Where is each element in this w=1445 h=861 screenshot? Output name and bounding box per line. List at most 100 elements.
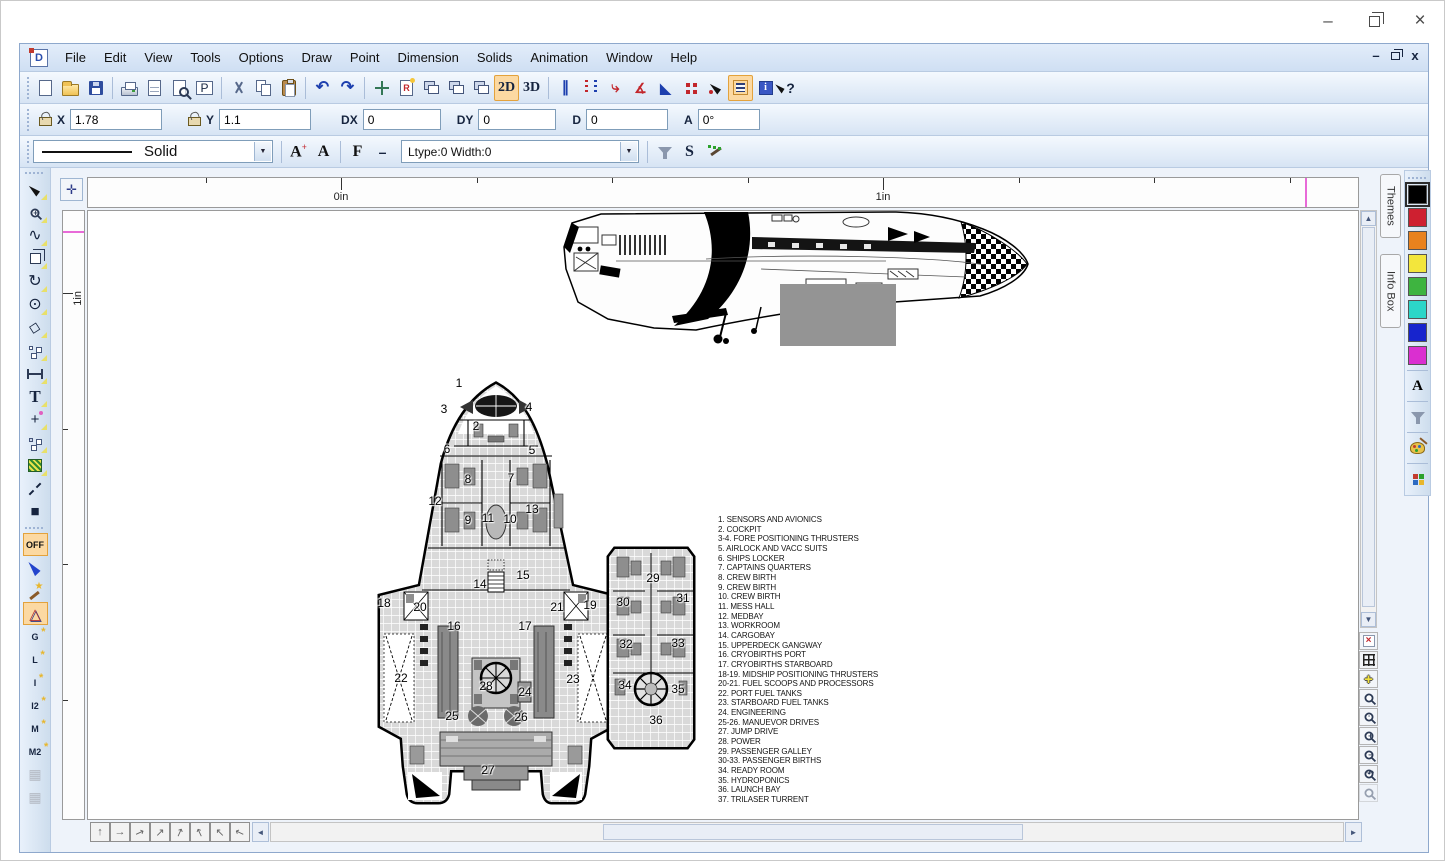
- new-button[interactable]: [33, 75, 58, 101]
- menu-item[interactable]: Edit: [95, 47, 135, 68]
- scroll-up-button[interactable]: ▲: [1361, 211, 1376, 226]
- open-button[interactable]: [58, 75, 83, 101]
- chevron-down-icon[interactable]: ▼: [254, 142, 271, 161]
- pointer-tool[interactable]: [23, 556, 48, 579]
- print-button[interactable]: [117, 75, 142, 101]
- grid-g-tool[interactable]: G*: [23, 625, 48, 648]
- layer-colors-button[interactable]: [1407, 469, 1428, 489]
- arrow-button[interactable]: ↑: [90, 822, 110, 842]
- mdi-close-button[interactable]: x: [1408, 48, 1422, 63]
- text-tool[interactable]: T: [23, 385, 48, 408]
- dx-input[interactable]: [363, 109, 441, 130]
- pick-button[interactable]: [703, 75, 728, 101]
- snap-off-button[interactable]: OFF: [23, 533, 48, 556]
- horizontal-scrollbar[interactable]: [270, 822, 1344, 842]
- window-cascade-button[interactable]: [419, 75, 444, 101]
- mode-2d-button[interactable]: 2D: [494, 75, 519, 101]
- pen-settings-button[interactable]: [702, 139, 727, 165]
- mdi-minimize-button[interactable]: –: [1369, 48, 1383, 63]
- window-tile-button[interactable]: [444, 75, 469, 101]
- save-button[interactable]: [83, 75, 108, 101]
- zoom-out-button[interactable]: −: [1359, 746, 1378, 764]
- toolbar-grip[interactable]: [24, 77, 31, 99]
- color-swatch[interactable]: [1408, 208, 1427, 227]
- horizontal-scroll-thumb[interactable]: [603, 824, 1023, 840]
- arrow-button[interactable]: ↗: [150, 822, 170, 842]
- wand-tool[interactable]: ★: [23, 579, 48, 602]
- toolbar-grip[interactable]: [24, 109, 31, 131]
- mode-3d-button[interactable]: 3D: [519, 75, 544, 101]
- toolbar-grip[interactable]: [25, 170, 45, 176]
- scroll-down-button[interactable]: ▼: [1361, 612, 1376, 627]
- toolbar-grip[interactable]: [24, 141, 31, 163]
- grid-m2-tool[interactable]: M2*: [23, 740, 48, 763]
- y-lock-icon[interactable]: [188, 117, 201, 126]
- chevron-down-icon[interactable]: ▼: [620, 142, 637, 161]
- menu-item[interactable]: Window: [597, 47, 661, 68]
- text-edit-button[interactable]: A: [311, 139, 336, 165]
- grid-i2-tool[interactable]: I2*: [23, 694, 48, 717]
- text-add-button[interactable]: A+: [286, 139, 311, 165]
- window-restore-button[interactable]: [1360, 9, 1388, 33]
- dy-input[interactable]: [478, 109, 556, 130]
- polyline-tool[interactable]: ∿: [23, 224, 48, 247]
- dimension-tool[interactable]: [23, 362, 48, 385]
- menu-item[interactable]: Animation: [521, 47, 597, 68]
- solid-box-tool[interactable]: [23, 247, 48, 270]
- circle-tool[interactable]: ⊙: [23, 293, 48, 316]
- point-tool[interactable]: +: [23, 408, 48, 431]
- color-swatch[interactable]: [1408, 231, 1427, 250]
- menu-item[interactable]: Draw: [292, 47, 340, 68]
- snap-settings-button[interactable]: S: [677, 139, 702, 165]
- zoom-extents-button[interactable]: [1359, 689, 1378, 707]
- zoom-preview-button[interactable]: [167, 75, 192, 101]
- layer-manager-button[interactable]: [728, 75, 753, 101]
- arrow-button[interactable]: ↖: [190, 822, 210, 842]
- paste-button[interactable]: [276, 75, 301, 101]
- text-color-button[interactable]: A: [1407, 376, 1428, 396]
- grid-l-tool[interactable]: L*: [23, 648, 48, 671]
- snap-points-button[interactable]: [578, 75, 603, 101]
- perpendicular-button[interactable]: ◣: [653, 75, 678, 101]
- palette-edit-button[interactable]: [1407, 438, 1428, 458]
- pan-origin-button[interactable]: ✛: [60, 178, 83, 201]
- tab-themes[interactable]: Themes: [1380, 174, 1401, 238]
- array-tool[interactable]: [23, 339, 48, 362]
- y-input[interactable]: [219, 109, 311, 130]
- parallel-button[interactable]: ∥: [553, 75, 578, 101]
- menu-item[interactable]: Options: [230, 47, 293, 68]
- menu-item[interactable]: Solids: [468, 47, 521, 68]
- window-layers-button[interactable]: [469, 75, 494, 101]
- zoom-previous-button[interactable]: ↶: [1359, 765, 1378, 783]
- window-minimize-button[interactable]: –: [1314, 9, 1342, 33]
- array-button[interactable]: [678, 75, 703, 101]
- filter-button[interactable]: [652, 139, 677, 165]
- arrow-button[interactable]: ↖: [210, 822, 230, 842]
- arrow-button[interactable]: ↗: [130, 822, 150, 842]
- window-close-button[interactable]: ×: [1406, 9, 1434, 33]
- redraw-button[interactable]: R: [394, 75, 419, 101]
- zoom-in-button[interactable]: +: [1359, 727, 1378, 745]
- rotate-tool[interactable]: ↻: [23, 270, 48, 293]
- vertical-scrollbar[interactable]: ▲ ▼: [1360, 210, 1377, 628]
- tab-info-box[interactable]: Info Box: [1380, 254, 1401, 328]
- toolbar-grip[interactable]: [1408, 175, 1428, 181]
- vertical-scroll-thumb[interactable]: [1362, 227, 1375, 607]
- context-help-button[interactable]: ?: [778, 75, 803, 101]
- color-swatch[interactable]: [1408, 346, 1427, 365]
- zoom-window-button[interactable]: ▫: [1359, 708, 1378, 726]
- polygon-tool[interactable]: ◇: [23, 316, 48, 339]
- ltype-dropdown[interactable]: Ltype:0 Width:0 ▼: [401, 140, 639, 163]
- group-tool[interactable]: [23, 431, 48, 454]
- toolbar-grip[interactable]: [25, 525, 45, 531]
- mdi-restore-button[interactable]: [1391, 52, 1400, 60]
- arrow-button[interactable]: ↗: [170, 822, 190, 842]
- page-setup-button[interactable]: P: [192, 75, 217, 101]
- trim-button[interactable]: ⤷: [603, 75, 628, 101]
- fill-tool[interactable]: ■: [23, 500, 48, 523]
- line-style-dropdown[interactable]: Solid ▼: [33, 140, 273, 163]
- delta-tool[interactable]: △: [23, 602, 48, 625]
- font-button[interactable]: F: [345, 139, 370, 165]
- menu-item[interactable]: Dimension: [388, 47, 467, 68]
- menu-item[interactable]: Help: [661, 47, 706, 68]
